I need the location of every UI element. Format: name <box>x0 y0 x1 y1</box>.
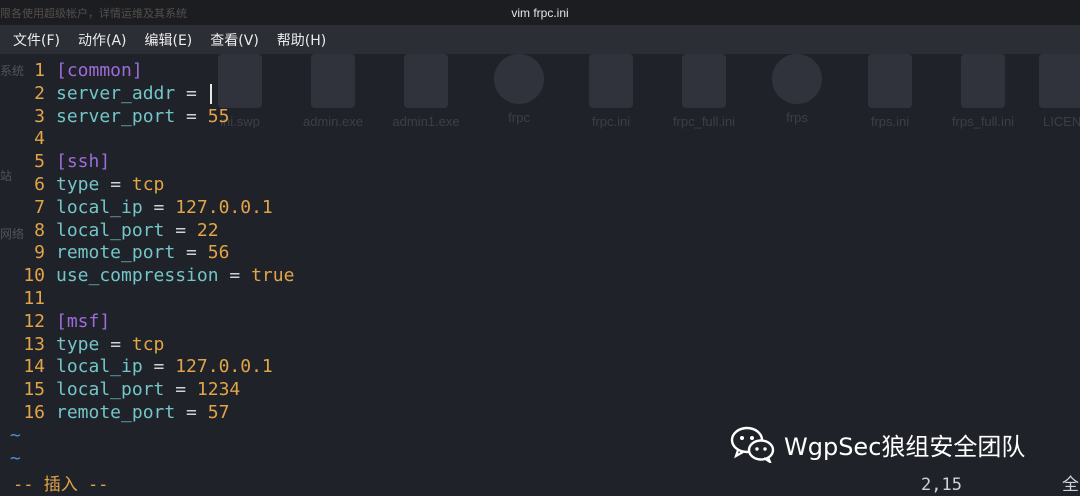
mode-indicator: -- 插入 -- <box>13 475 109 495</box>
equals-sign: = <box>142 356 176 378</box>
editor-line[interactable]: 2 server_addr = <box>0 83 1080 106</box>
section-header: [msf] <box>56 310 111 332</box>
line-content: remote_port = 57 <box>56 402 229 425</box>
line-content: local_ip = 127.0.0.1 <box>56 356 273 379</box>
equals-sign: = <box>164 379 197 401</box>
line-content: server_port = 55 <box>56 106 229 129</box>
line-number: 16 <box>23 401 45 423</box>
line-content: local_port = 22 <box>56 220 219 243</box>
line-content: use_compression = true <box>56 265 294 288</box>
config-value: 127.0.0.1 <box>175 356 273 378</box>
text-cursor <box>209 83 212 104</box>
line-number: 8 <box>34 219 45 241</box>
editor-line[interactable]: 14 local_ip = 127.0.0.1 <box>0 356 1080 379</box>
config-key: local_ip <box>56 196 143 218</box>
line-number: 7 <box>34 196 45 218</box>
editor-line[interactable]: 6 type = tcp <box>0 174 1080 197</box>
line-number: 11 <box>23 287 45 309</box>
config-key: remote_port <box>56 242 176 264</box>
editor-line[interactable]: 1 [common] <box>0 60 1080 83</box>
equals-sign: = <box>218 265 252 287</box>
watermark: WgpSec狼组安全团队 <box>730 425 1025 463</box>
equals-sign: = <box>142 196 176 218</box>
config-key: local_port <box>56 219 165 241</box>
line-number: 14 <box>23 356 45 378</box>
line-content: [ssh] <box>56 151 110 174</box>
line-number: 2 <box>34 82 45 104</box>
scroll-indicator: 全 <box>1062 475 1079 495</box>
equals-sign: = <box>175 242 208 264</box>
config-value: tcp <box>131 173 165 195</box>
line-content: type = tcp <box>56 174 164 197</box>
config-value: 127.0.0.1 <box>175 196 273 218</box>
menu-bar: 文件(F) 动作(A) 编辑(E) 查看(V) 帮助(H) <box>0 25 1080 54</box>
vim-status-line: -- 插入 -- 2,15 全 <box>0 474 1080 496</box>
equals-sign: = <box>175 401 208 423</box>
vim-editor[interactable]: 1 [common] 2 server_addr = 3 server_port = 5… <box>0 60 1080 470</box>
config-value: 1234 <box>196 379 241 401</box>
config-key: server_port <box>56 105 176 127</box>
config-key: type <box>56 173 100 195</box>
config-key: type <box>56 333 100 355</box>
menu-action[interactable]: 动作(A) <box>78 30 127 50</box>
editor-line[interactable]: 4 <box>0 128 1080 151</box>
section-header: [ssh] <box>56 151 111 173</box>
line-content: server_addr = <box>56 83 212 106</box>
equals-sign: = <box>175 105 208 127</box>
editor-line[interactable]: 13 type = tcp <box>0 334 1080 357</box>
line-content: [common] <box>56 60 143 83</box>
line-number: 4 <box>34 128 45 150</box>
editor-line[interactable]: 11 <box>0 288 1080 311</box>
editor-line[interactable]: 15 local_port = 1234 <box>0 379 1080 402</box>
line-content: remote_port = 56 <box>56 242 229 265</box>
config-key: local_ip <box>56 356 143 378</box>
line-content: [msf] <box>56 311 110 334</box>
wechat-icon <box>730 426 775 463</box>
config-value: 55 <box>207 105 230 127</box>
background-window-text: 限各使用超级帐户，详情运维及其系统 <box>0 7 187 20</box>
watermark-text: WgpSec狼组安全团队 <box>784 432 1026 461</box>
menu-view[interactable]: 查看(V) <box>210 30 259 50</box>
config-key: local_port <box>56 379 165 401</box>
section-header: [common] <box>56 60 143 81</box>
editor-line[interactable]: 12 [msf] <box>0 311 1080 334</box>
editor-line[interactable]: 3 server_port = 55 <box>0 106 1080 129</box>
line-number: 12 <box>23 310 45 332</box>
editor-line[interactable]: 5 [ssh] <box>0 151 1080 174</box>
line-number: 15 <box>23 379 45 401</box>
title-bar: 限各使用超级帐户，详情运维及其系统 vim frpc.ini <box>0 0 1080 25</box>
line-number: 13 <box>23 333 45 355</box>
line-content: local_port = 1234 <box>56 379 240 402</box>
menu-edit[interactable]: 编辑(E) <box>145 30 193 50</box>
line-content: type = tcp <box>56 334 164 357</box>
config-value: 56 <box>207 242 230 264</box>
editor-line[interactable]: 10 use_compression = true <box>0 265 1080 288</box>
editor-line[interactable]: 8 local_port = 22 <box>0 220 1080 243</box>
cursor-position: 2,15 <box>921 475 962 495</box>
line-number: 5 <box>34 151 45 173</box>
equals-sign: = <box>175 82 208 104</box>
line-number: 6 <box>34 173 45 195</box>
line-number: 10 <box>23 265 45 287</box>
menu-help[interactable]: 帮助(H) <box>277 30 326 50</box>
config-value: true <box>251 265 295 287</box>
window-title: vim frpc.ini <box>511 5 569 20</box>
config-key: use_compression <box>56 265 219 287</box>
line-number: 9 <box>34 242 45 264</box>
editor-line[interactable]: 16 remote_port = 57 <box>0 402 1080 425</box>
config-value: 57 <box>207 401 230 423</box>
line-number: 3 <box>34 105 45 127</box>
line-number: 1 <box>34 60 45 81</box>
line-content: local_ip = 127.0.0.1 <box>56 197 273 220</box>
menu-file[interactable]: 文件(F) <box>13 30 60 50</box>
equals-sign: = <box>164 219 197 241</box>
config-key: remote_port <box>56 401 176 423</box>
config-key: server_addr <box>56 82 176 104</box>
config-value: 22 <box>196 219 219 241</box>
equals-sign: = <box>99 173 132 195</box>
equals-sign: = <box>99 333 132 355</box>
editor-line[interactable]: 7 local_ip = 127.0.0.1 <box>0 197 1080 220</box>
config-value: tcp <box>131 333 165 355</box>
editor-line[interactable]: 9 remote_port = 56 <box>0 242 1080 265</box>
